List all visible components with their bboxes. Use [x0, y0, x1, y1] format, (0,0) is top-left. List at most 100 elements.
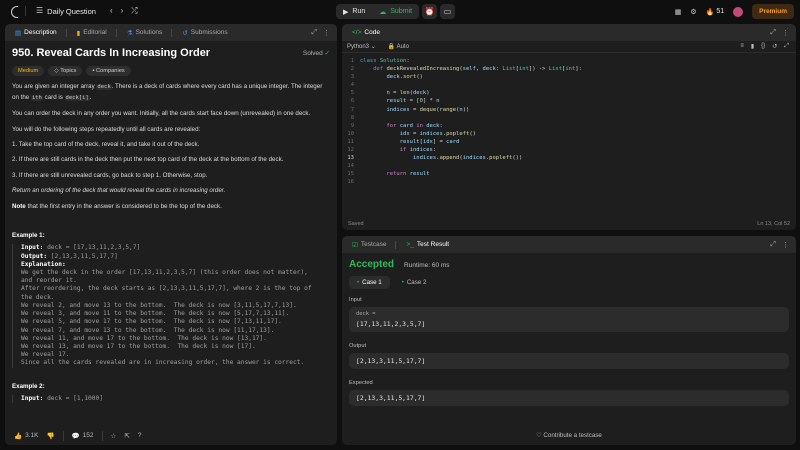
panel-controls: ⤢ ⋮: [770, 241, 796, 249]
maximize-icon[interactable]: ⤢: [770, 241, 776, 249]
tab-description[interactable]: ▤ Description: [10, 28, 72, 37]
list-icon[interactable]: ≡: [740, 43, 744, 50]
tab-editorial[interactable]: ▮ Editorial: [72, 28, 122, 37]
problem-list-title[interactable]: Daily Question: [47, 7, 96, 16]
favorite-star-icon[interactable]: ☆: [111, 432, 117, 440]
code-line: 4: [350, 82, 354, 89]
settings-icon[interactable]: ⚙: [690, 8, 696, 16]
description-tabs: ▤ Description ▮ Editorial ⚗ Solutions ↺ Subm…: [5, 24, 337, 41]
divider: [115, 28, 117, 37]
divider: [25, 6, 26, 16]
divider: [65, 28, 67, 37]
share-icon[interactable]: ⇱: [124, 432, 129, 440]
code-line: 12 if indices:: [347, 147, 437, 154]
code-tabs: </> Code ⤢ ⋮: [342, 24, 796, 41]
prev-problem-icon[interactable]: ‹: [110, 7, 113, 15]
tab-solutions[interactable]: ⚗ Solutions: [122, 28, 178, 37]
cloud-upload-icon: ☁: [379, 8, 387, 16]
divider: [101, 430, 103, 441]
like-button[interactable]: 👍 3.1K: [14, 432, 38, 440]
thumbs-up-icon: 👍: [14, 432, 23, 440]
example-box: Input: deck = [1,1000]: [12, 394, 330, 404]
tab-test-result[interactable]: >_ Test Result: [401, 241, 454, 248]
paragraph: Note that the first entry in the answer …: [12, 202, 222, 210]
tab-testcase[interactable]: ☑ Testcase: [347, 240, 401, 249]
input-label: Input: [349, 297, 362, 303]
tag-chips: Medium ◇ Topics ▪ Companies: [12, 66, 330, 77]
premium-button[interactable]: Premium: [752, 4, 794, 19]
comments-button[interactable]: 💬 152: [72, 432, 94, 440]
help-icon[interactable]: ?: [138, 432, 142, 439]
streak-counter[interactable]: 🔥 51: [706, 8, 725, 16]
tag-icon: ◇: [54, 67, 59, 74]
code-line: 2 def deckRevealedIncreasing(self, deck:…: [350, 66, 582, 73]
contribute-testcase-link[interactable]: ♡ Contribute a testcase: [342, 432, 796, 439]
top-bar: ☰ Daily Question ‹ › ⤮ ▶ Run ☁ Submit ⏰ ▭ …: [0, 0, 800, 22]
fullscreen-icon[interactable]: ⤢: [784, 43, 789, 50]
topics-chip[interactable]: ◇ Topics: [48, 66, 83, 77]
bookmark-icon[interactable]: ▮: [751, 43, 754, 50]
code-line: 5 n = len(deck): [350, 90, 430, 97]
case-2-tab[interactable]: • Case 2: [394, 276, 435, 289]
divider: [171, 28, 173, 37]
submit-button[interactable]: ☁ Submit: [372, 4, 419, 19]
notes-icon[interactable]: ▭: [440, 4, 456, 19]
lock-icon: ▪: [92, 67, 95, 74]
book-icon: ▮: [76, 29, 81, 37]
code-line: 9 for card in deck:: [350, 122, 443, 129]
document-icon: ▤: [15, 29, 22, 37]
timer-icon[interactable]: ⏰: [422, 4, 438, 19]
braces-icon[interactable]: {}: [761, 43, 765, 50]
editor-status-bar: Saved Ln 13, Col 52: [342, 218, 796, 230]
language-select[interactable]: Python3 ⌄: [347, 43, 376, 50]
history-icon: ↺: [182, 29, 188, 37]
result-body: Accepted Runtime: 60 ms • Case 1 • Case 2 …: [342, 253, 796, 423]
more-icon[interactable]: ⋮: [782, 241, 789, 249]
next-problem-icon[interactable]: ›: [121, 7, 124, 15]
expected-box: [2,13,3,11,5,17,7]: [349, 390, 789, 406]
more-icon[interactable]: ⋮: [323, 29, 330, 37]
divider: [62, 430, 64, 441]
code-brackets-icon: </>: [352, 29, 362, 36]
tab-code[interactable]: </> Code: [347, 29, 385, 36]
mode-toggle[interactable]: 🔒 Auto: [388, 43, 409, 50]
case-1-tab[interactable]: • Case 1: [349, 276, 390, 289]
variable-name: deck =: [356, 311, 376, 317]
more-icon[interactable]: ⋮: [782, 29, 789, 37]
code-line: 3 deck.sort(): [350, 74, 423, 81]
code-line: 6 result = [0] * n: [350, 98, 440, 105]
companies-chip[interactable]: ▪ Companies: [86, 66, 131, 77]
page-title: 950. Reveal Cards In Increasing Order Sol…: [12, 47, 330, 59]
run-button[interactable]: ▶ Run: [336, 4, 372, 19]
check-circle-icon: ✓: [324, 50, 330, 57]
thumbs-down-icon: 👎: [46, 432, 55, 440]
user-controls: ▦ ⚙ 🔥 51 Premium: [675, 4, 794, 19]
runtime-label: Runtime: 60 ms: [404, 262, 450, 269]
code-line: 8: [350, 114, 354, 121]
code-line: 7 indices = deque(range(n)): [350, 106, 470, 113]
paragraph: 1. Take the top card of the deck, reveal…: [12, 141, 200, 149]
example-title: Example 1:: [12, 232, 45, 240]
checkbox-icon: ☑: [352, 241, 358, 249]
flask-icon: ⚗: [126, 29, 133, 37]
pass-dot-icon: •: [357, 279, 360, 286]
paragraph: 3. If there are still unrevealed cards, …: [12, 171, 208, 179]
description-footer: 👍 3.1K 👎 💬 152 ☆ ⇱ ?: [5, 426, 337, 445]
maximize-icon[interactable]: ⤢: [311, 29, 317, 37]
layout-icon[interactable]: ▦: [675, 8, 682, 16]
shuffle-icon[interactable]: ⤮: [131, 7, 137, 15]
maximize-icon[interactable]: ⤢: [770, 29, 776, 37]
panel-controls: ⤢ ⋮: [770, 29, 796, 37]
run-submit-group: ▶ Run ☁ Submit: [336, 4, 420, 19]
tab-submissions[interactable]: ↺ Submissions: [177, 29, 232, 37]
dislike-button[interactable]: 👎: [46, 432, 54, 440]
reset-icon[interactable]: ↺: [772, 43, 777, 50]
terminal-icon: >_: [406, 241, 414, 248]
avatar[interactable]: [733, 6, 744, 17]
accepted-label: Accepted: [349, 259, 395, 270]
leetcode-logo-icon[interactable]: [9, 5, 19, 18]
problem-list-icon[interactable]: ☰: [36, 7, 43, 15]
code-editor[interactable]: 1 class Solution: 2 def deckRevealedIncre…: [342, 53, 796, 187]
run-controls: ▶ Run ☁ Submit ⏰ ▭: [336, 4, 456, 19]
expected-value: [2,13,3,11,5,17,7]: [356, 394, 426, 402]
